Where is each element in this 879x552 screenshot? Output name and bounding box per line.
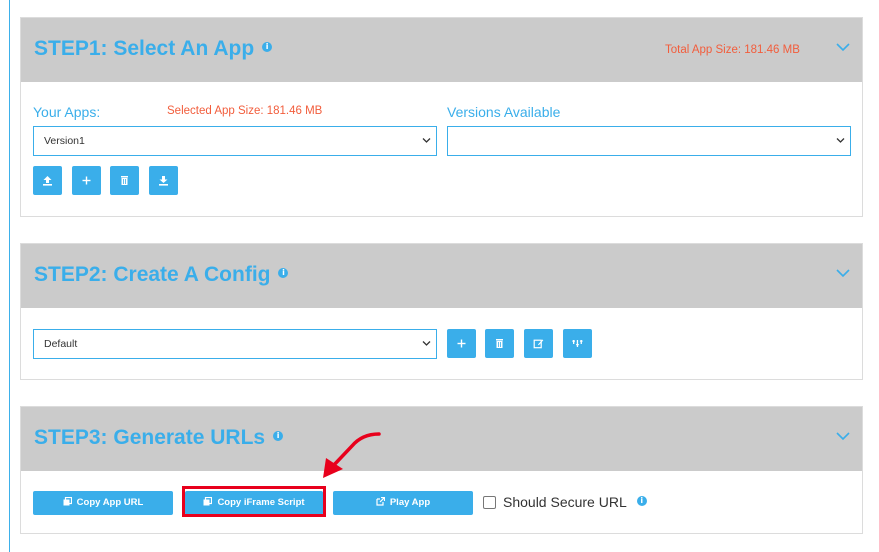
config-settings-button[interactable] bbox=[563, 329, 592, 358]
versions-available-label: Versions Available bbox=[447, 104, 561, 120]
delete-config-button[interactable] bbox=[485, 329, 514, 358]
info-icon[interactable]: i bbox=[636, 496, 647, 507]
chevron-down-icon[interactable] bbox=[836, 268, 850, 278]
settings-icon bbox=[572, 340, 583, 347]
step3-title: STEP3: Generate URLs i bbox=[34, 426, 284, 450]
annotation-highlight-box bbox=[182, 486, 326, 517]
add-app-button[interactable] bbox=[72, 166, 101, 195]
copy-app-url-button[interactable]: Copy App URL bbox=[33, 491, 173, 515]
step1-header[interactable]: STEP1: Select An App i Total App Size: 18… bbox=[21, 18, 862, 82]
play-app-label: Play App bbox=[389, 497, 431, 508]
left-border-line bbox=[9, 0, 10, 552]
plus-icon bbox=[457, 339, 466, 348]
your-apps-label: Your Apps: bbox=[33, 104, 101, 120]
trash-icon bbox=[121, 176, 128, 185]
version-select[interactable] bbox=[447, 126, 851, 156]
chevron-down-icon[interactable] bbox=[836, 431, 850, 441]
external-link-icon bbox=[376, 496, 385, 506]
edit-config-button[interactable] bbox=[524, 329, 553, 358]
app-select-value: Version1 bbox=[44, 135, 85, 147]
edit-icon bbox=[533, 339, 544, 349]
chevron-down-icon bbox=[836, 138, 845, 143]
info-icon[interactable]: i bbox=[262, 42, 273, 53]
step1-title: STEP1: Select An App i bbox=[34, 37, 273, 61]
copy-app-url-label: Copy App URL bbox=[76, 497, 144, 508]
secure-url-label: Should Secure URL i bbox=[503, 494, 647, 510]
step3-header[interactable]: STEP3: Generate URLs i bbox=[21, 407, 862, 471]
add-config-button[interactable] bbox=[447, 329, 476, 358]
upload-icon bbox=[43, 176, 52, 186]
step1-panel: STEP1: Select An App i Total App Size: 18… bbox=[20, 17, 863, 217]
chevron-down-icon bbox=[422, 138, 431, 143]
download-icon bbox=[159, 176, 168, 186]
selected-app-size: Selected App Size: 181.46 MB bbox=[167, 105, 323, 117]
info-icon[interactable]: i bbox=[273, 431, 284, 442]
info-icon[interactable]: i bbox=[278, 268, 289, 279]
chevron-down-icon bbox=[422, 341, 431, 346]
config-select-value: Default bbox=[44, 338, 78, 350]
trash-icon bbox=[496, 339, 503, 348]
copy-icon bbox=[63, 496, 72, 506]
step2-panel: STEP2: Create A Config i bbox=[20, 243, 863, 380]
upload-button[interactable] bbox=[33, 166, 62, 195]
total-app-size: Total App Size: 181.46 MB bbox=[665, 44, 800, 56]
app-select[interactable]: Version1 bbox=[33, 126, 437, 156]
play-app-button[interactable]: Play App bbox=[333, 491, 473, 515]
download-button[interactable] bbox=[149, 166, 178, 195]
chevron-down-icon[interactable] bbox=[836, 42, 850, 52]
config-select[interactable]: Default bbox=[33, 329, 437, 359]
step2-title: STEP2: Create A Config i bbox=[34, 263, 289, 287]
step2-header[interactable]: STEP2: Create A Config i bbox=[21, 244, 862, 308]
secure-url-checkbox[interactable] bbox=[483, 496, 496, 509]
plus-icon bbox=[82, 176, 91, 185]
delete-app-button[interactable] bbox=[110, 166, 139, 195]
